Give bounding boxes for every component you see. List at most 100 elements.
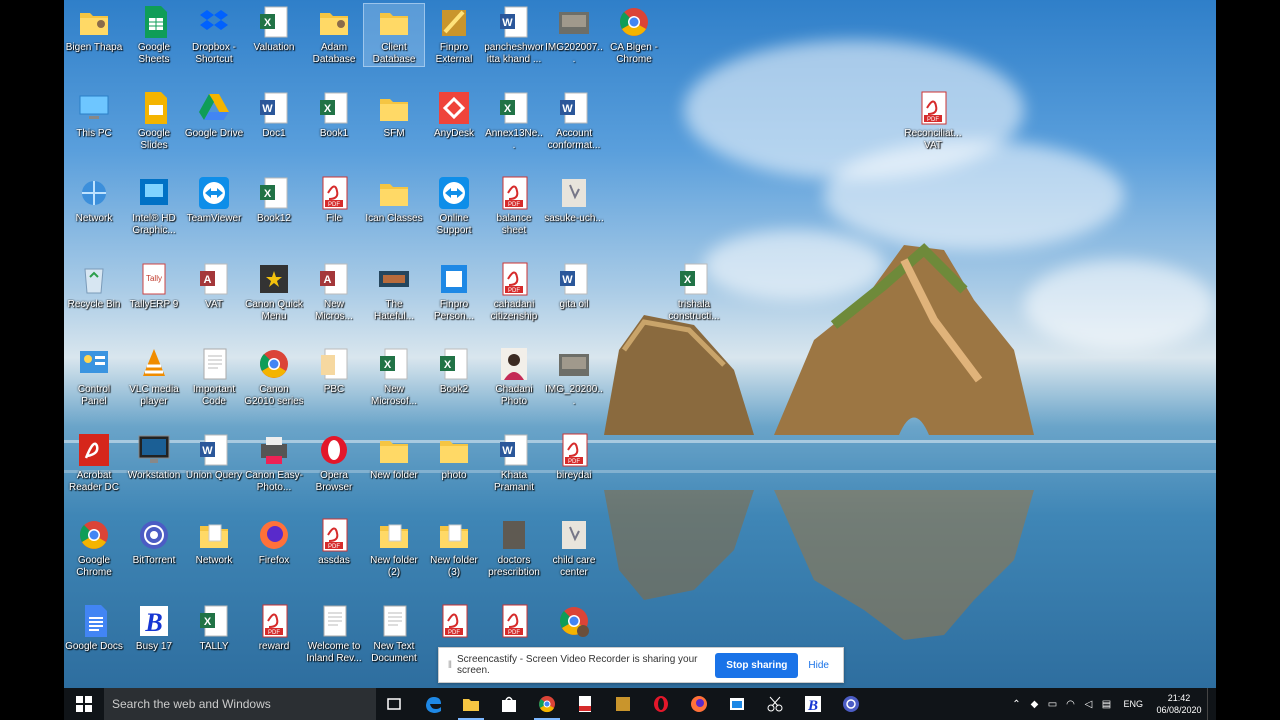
desktop-icon-control-panel[interactable]: Control Panel [64,346,124,408]
start-button[interactable] [64,688,104,720]
desktop-icon-welcome-to-inland-rev[interactable]: Welcome to Inland Rev... [304,603,364,665]
desktop-icon-chadani-photo[interactable]: Chadani Photo [484,346,544,408]
desktop-icon-new-text-document[interactable]: New Text Document [364,603,424,665]
desktop-icon-new-folder-3[interactable]: New folder (3) [424,517,484,579]
desktop-icon-tallyerp-9[interactable]: Tally TallyERP 9 [124,261,184,311]
desktop-icon-file[interactable]: PDF File [304,175,364,225]
taskbar-chrome-button[interactable] [528,688,566,720]
desktop-icon-vat[interactable]: A VAT [184,261,244,311]
desktop-icon-google-drive[interactable]: Google Drive [184,90,244,140]
message-icon[interactable]: ▤ [1097,699,1115,710]
desktop-icon-bittorrent[interactable]: BitTorrent [124,517,184,567]
desktop-icon-busy-17[interactable]: B Busy 17 [124,603,184,653]
desktop-icon-bigen-thapa[interactable]: Bigen Thapa [64,4,124,54]
desktop-icon-google-slides[interactable]: Google Slides [124,90,184,152]
desktop-icon-reconciliat-vat[interactable]: PDF Reconciliat... VAT [903,90,963,152]
taskbar-vlc-like-button[interactable] [832,688,870,720]
show-desktop-button[interactable] [1207,688,1216,720]
desktop-icon-img-20200[interactable]: IMG_20200... [544,346,604,408]
desktop-icon-child-care-center[interactable]: child care center [544,517,604,579]
desktop-icon-unnamed-73[interactable]: PDF [484,603,544,641]
desktop-icon-important-code[interactable]: Important Code [184,346,244,408]
desktop-icon-sasuke-uch[interactable]: sasuke-uch... [544,175,604,225]
language-indicator[interactable]: ENG [1115,699,1151,709]
desktop-icon-acrobat-reader-dc[interactable]: Acrobat Reader DC [64,432,124,494]
desktop-icon-balance-sheet[interactable]: PDF balance sheet [484,175,544,237]
dropbox-tray-icon[interactable]: ◆ [1025,699,1043,710]
taskbar-file-explorer-button[interactable] [452,688,490,720]
desktop-icon-new-micros[interactable]: A New Micros... [304,261,364,323]
wifi-icon[interactable]: ◠ [1061,699,1079,710]
taskbar-pdf-app-button[interactable] [566,688,604,720]
desktop-icon-tally[interactable]: X TALLY [184,603,244,653]
desktop-icon-finpro-external-da[interactable]: Finpro External Da... [424,4,484,66]
desktop-icon-gita-oil[interactable]: Wgita oil [544,261,604,311]
desktop-icon-doctors-prescribtion[interactable]: doctors prescribtion [484,517,544,579]
desktop-icon-new-folder[interactable]: New folder [364,432,424,482]
desktop-icon-assdas[interactable]: PDF assdas [304,517,364,567]
desktop-icon-cahadani-citizenship[interactable]: PDF cahadani citizenship [484,261,544,323]
search-box[interactable]: Search the web and Windows [104,688,376,720]
desktop-icon-union-query[interactable]: W Union Query [184,432,244,482]
desktop-icon-this-pc[interactable]: This PC [64,90,124,140]
desktop-icon-new-microsof[interactable]: X New Microsof... [364,346,424,408]
desktop-icon-network[interactable]: Network [64,175,124,225]
desktop-icon-bireydai[interactable]: PDF bireydai [544,432,604,482]
desktop-icon-client-database[interactable]: Client Database [363,3,425,67]
desktop-icon-workstation[interactable]: Workstation [124,432,184,482]
desktop-icon-recycle-bin[interactable]: Recycle Bin [64,261,124,311]
desktop-icon-dropbox-shortcut[interactable]: Dropbox - Shortcut [184,4,244,66]
desktop-icon-pancheshwor-itta-khand[interactable]: Wpancheshwor itta khand ... [484,4,544,66]
desktop-icon-pbc[interactable]: PBC [304,346,364,396]
desktop-icon-firefox[interactable]: Firefox [244,517,304,567]
desktop-icon-book12[interactable]: X Book12 [244,175,304,225]
desktop-icon-doc1[interactable]: W Doc1 [244,90,304,140]
taskbar-firefox-button[interactable] [680,688,718,720]
taskbar-app-window-button[interactable] [718,688,756,720]
desktop-icon-trishala-constructi[interactable]: Xtrishala constructi... [664,261,724,323]
desktop-icon-reward[interactable]: PDF reward [244,603,304,653]
desktop-icon-opera-browser[interactable]: Opera Browser [304,432,364,494]
usb-icon[interactable]: ▭ [1043,699,1061,710]
desktop-icon-book2[interactable]: X Book2 [424,346,484,396]
desktop-icon-unnamed-74[interactable] [544,603,604,641]
desktop-icon-canon-g2010-series-onlin[interactable]: Canon G2010 series Onlin... [244,346,304,408]
desktop-icon-img202007[interactable]: IMG202007... [544,4,604,66]
desktop-icon-annex13ne[interactable]: X Annex13Ne... [484,90,544,152]
desktop-icon-ican-classes[interactable]: Ican Classes [364,175,424,225]
desktop-icon-photo[interactable]: photo [424,432,484,482]
desktop-icon-canon-quick-menu[interactable]: Canon Quick Menu [244,261,304,323]
chevron-up-icon[interactable]: ⌃ [1007,699,1025,710]
hide-button[interactable]: Hide [808,660,829,671]
desktop-icon-sfm[interactable]: SFM [364,90,424,140]
desktop-icon-valuation[interactable]: X Valuation [244,4,304,54]
taskbar-snipping-button[interactable] [756,688,794,720]
desktop-icon-google-docs[interactable]: Google Docs [64,603,124,653]
desktop-icon-adam-database[interactable]: Adam Database [304,4,364,66]
taskbar-edge-button[interactable] [414,688,452,720]
taskbar-opera-button[interactable] [642,688,680,720]
clock[interactable]: 21:42 06/08/2020 [1151,692,1207,716]
desktop-icon-google-chrome[interactable]: Google Chrome [64,517,124,579]
taskbar-task-view-button[interactable] [376,688,414,720]
stop-sharing-button[interactable]: Stop sharing [715,652,799,678]
desktop-icon-teamviewer[interactable]: TeamViewer [184,175,244,225]
taskbar-store-button[interactable] [490,688,528,720]
desktop-icon-book1[interactable]: X Book1 [304,90,364,140]
drag-handle-icon[interactable]: ‖ [443,660,457,671]
desktop-icon-account-conformat[interactable]: W Account conformat... [544,90,604,152]
desktop-icon-new-folder-2[interactable]: New folder (2) [364,517,424,579]
taskbar-finpro-button[interactable] [604,688,642,720]
desktop-icon-anydesk[interactable]: AnyDesk [424,90,484,140]
volume-icon[interactable]: ◁ [1079,699,1097,710]
desktop-icon-ca-bigen-chrome[interactable]: CA Bigen - Chrome [604,4,664,66]
desktop-icon-khata-pramanit[interactable]: W Khata Pramanit [484,432,544,494]
desktop-icon-vlc-media-player[interactable]: VLC media player [124,346,184,408]
desktop-icon-unnamed-72[interactable]: PDF [424,603,484,641]
taskbar-busy-button[interactable]: B [794,688,832,720]
desktop-icon-the-hateful[interactable]: The Hateful... [364,261,424,323]
desktop-icon-online-support[interactable]: Online Support [424,175,484,237]
desktop-icon-canon-easy-photo[interactable]: Canon Easy-Photo... [244,432,304,494]
desktop-icon-finpro-person[interactable]: Finpro Person... [424,261,484,323]
desktop-icon-google-sheets[interactable]: Google Sheets [124,4,184,66]
